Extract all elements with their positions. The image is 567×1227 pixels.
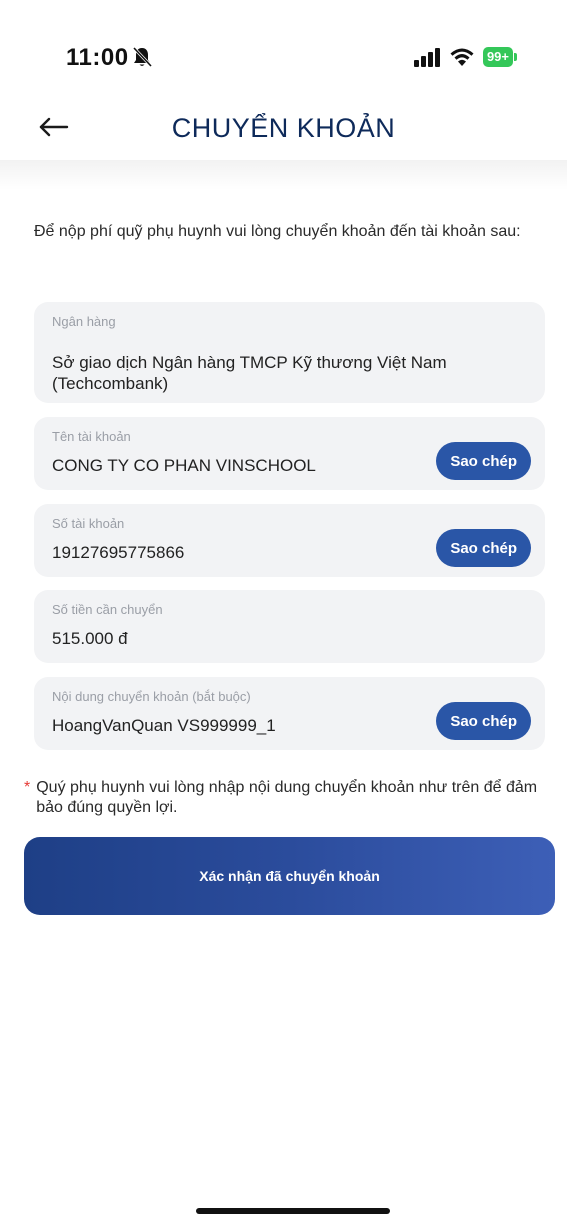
status-icons: 99+ xyxy=(413,44,517,70)
status-bar: 11:00 99+ xyxy=(0,0,567,80)
account-name-value: CONG TY CO PHAN VINSCHOOL xyxy=(52,456,316,475)
confirm-transfer-button[interactable]: Xác nhận đã chuyển khoản xyxy=(24,837,555,915)
account-name-label: Tên tài khoản xyxy=(52,429,131,444)
copy-account-name-button[interactable]: Sao chép xyxy=(436,442,531,480)
wifi-icon xyxy=(450,48,474,66)
account-number-label: Số tài khoản xyxy=(52,516,125,531)
status-time: 11:00 xyxy=(66,44,129,71)
bell-off-icon xyxy=(132,46,152,68)
amount-label: Số tiền cần chuyển xyxy=(52,602,163,617)
bank-value: Sở giao dịch Ngân hàng TMCP Kỹ thương Vi… xyxy=(52,353,447,393)
amount-value: 515.000 đ xyxy=(52,629,128,648)
account-number-value: 19127695775866 xyxy=(52,543,185,562)
battery-tip xyxy=(514,53,517,61)
intro-text: Để nộp phí quỹ phụ huynh vui lòng chuyển… xyxy=(34,223,521,240)
battery-level: 99+ xyxy=(482,47,513,67)
copy-transfer-content-button[interactable]: Sao chép xyxy=(436,702,531,740)
transfer-content-card: Nội dung chuyển khoản (bắt buộc) HoangVa… xyxy=(34,677,545,750)
header-divider xyxy=(0,160,567,190)
header: CHUYỂN KHOẢN xyxy=(0,95,567,161)
copy-account-number-button[interactable]: Sao chép xyxy=(436,529,531,567)
note-text: Quý phụ huynh vui lòng nhập nội dung chu… xyxy=(36,779,538,816)
bank-label: Ngân hàng xyxy=(52,314,116,329)
required-marker: * xyxy=(24,779,31,796)
account-number-card: Số tài khoản 19127695775866 Sao chép xyxy=(34,504,545,577)
transfer-content-label: Nội dung chuyển khoản (bắt buộc) xyxy=(52,689,251,704)
account-name-card: Tên tài khoản CONG TY CO PHAN VINSCHOOL … xyxy=(34,417,545,490)
amount-card: Số tiền cần chuyển 515.000 đ xyxy=(34,590,545,663)
battery-icon: 99+ xyxy=(482,47,517,67)
transfer-note: * Quý phụ huynh vui lòng nhập nội dung c… xyxy=(24,778,554,818)
signal-icon xyxy=(413,48,440,67)
home-indicator[interactable] xyxy=(196,1208,390,1214)
page-title: CHUYỂN KHOẢN xyxy=(171,113,396,143)
transfer-content-value: HoangVanQuan VS999999_1 xyxy=(52,716,276,735)
bank-card: Ngân hàng Sở giao dịch Ngân hàng TMCP Kỹ… xyxy=(34,302,545,403)
